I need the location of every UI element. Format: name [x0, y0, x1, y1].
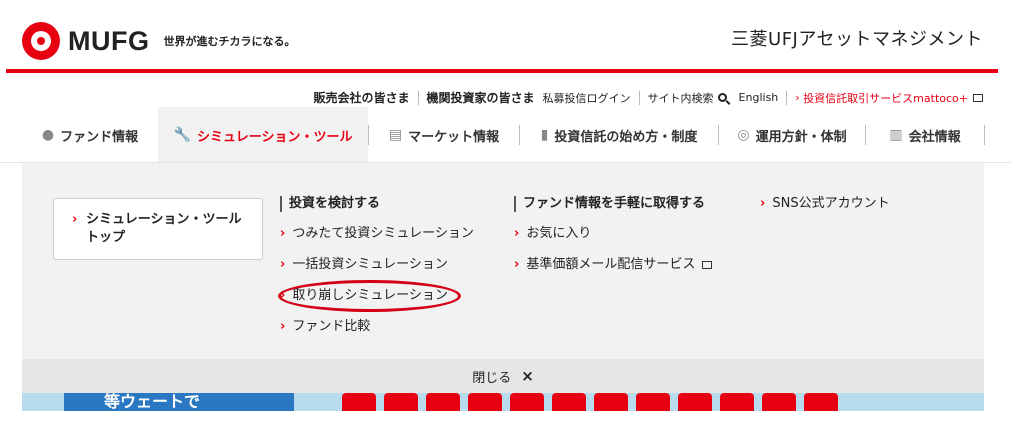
chevron-right-icon: › [280, 257, 286, 272]
book-icon: ▮ [540, 127, 549, 143]
yen-circle-icon: ● [41, 127, 55, 143]
nav-simulation-tools[interactable]: 🔧 シミュレーション・ツール [158, 107, 368, 163]
wrench-icon: 🔧 [173, 127, 191, 143]
chevron-right-icon: › [514, 226, 520, 241]
lump-sum-simulation-link[interactable]: › 一括投資シミュレーション [280, 249, 474, 280]
close-icon: × [521, 367, 534, 385]
nav-separator [984, 125, 985, 145]
link-label: 一括投資シミュレーション [292, 257, 448, 272]
mufg-logo-mark-icon [22, 22, 60, 60]
chevron-right-icon: › [514, 257, 520, 272]
link-label: つみたて投資シミュレーション [292, 226, 474, 241]
logo-text: MUFG [68, 25, 150, 56]
link-label: ファンド比較 [292, 319, 371, 334]
sales-link[interactable]: 販売会社の皆さま [314, 89, 410, 106]
banner-title-graphic [342, 393, 902, 411]
site-header: MUFG 世界が進むチカラになる。 三菱UFJアセットマネジメント [0, 0, 1011, 72]
consider-investment-column: 投資を検討する › つみたて投資シミュレーション › 一括投資シミュレーション … [280, 196, 474, 342]
building-icon: ▥ [889, 127, 903, 143]
chevron-right-icon: › [72, 212, 78, 227]
site-search-link[interactable]: サイト内検索 [648, 90, 714, 106]
simulation-top-button[interactable]: › シミュレーション・ツールトップ [53, 198, 263, 260]
external-link-icon [973, 93, 983, 102]
column-heading: 投資を検討する [280, 196, 474, 212]
compass-icon: ◎ [737, 127, 750, 143]
close-panel-button[interactable]: 閉じる × [22, 359, 984, 393]
nav-company-info[interactable]: ▥ 会社情報 [866, 107, 984, 163]
simulation-dropdown-panel: › シミュレーション・ツールトップ 投資を検討する › つみたて投資シミュレーシ… [22, 163, 984, 359]
nav-label: 運用方針・体制 [755, 129, 847, 145]
hero-banner[interactable]: 等ウェートで [22, 393, 984, 411]
nav-label: マーケット情報 [408, 129, 500, 145]
link-label: 基準価額メール配信サービス [526, 257, 696, 272]
nav-label: 会社情報 [908, 129, 961, 145]
nav-market-info[interactable]: ▤ マーケット情報 [369, 107, 519, 163]
nav-fund-info[interactable]: ● ファンド情報 [22, 107, 158, 163]
link-label: SNS公式アカウント [772, 196, 890, 211]
utility-nav: 販売会社の皆さま 機関投資家の皆さま 私募投信ログイン サイト内検索 Engli… [314, 89, 983, 106]
private-login-link[interactable]: 私募投信ログイン [543, 90, 631, 106]
search-icon[interactable] [717, 93, 727, 102]
column-heading: ファンド情報を手軽に取得する [514, 196, 712, 212]
banner-left-text: 等ウェートで [64, 393, 294, 411]
header-divider [6, 69, 998, 73]
mufg-logo[interactable]: MUFG 世界が進むチカラになる。 [22, 22, 295, 60]
favorites-link[interactable]: › お気に入り [514, 218, 712, 249]
util-separator [417, 90, 419, 105]
sns-column: › SNS公式アカウント [760, 196, 890, 212]
nav-label: ファンド情報 [60, 129, 139, 145]
highlight-circle [278, 280, 461, 312]
company-name[interactable]: 三菱UFJアセットマネジメント [731, 25, 983, 51]
util-separator [638, 90, 640, 105]
nav-label: シミュレーション・ツール [196, 129, 353, 145]
logo-tagline: 世界が進むチカラになる。 [163, 35, 296, 48]
nav-policy[interactable]: ◎ 運用方針・体制 [719, 107, 865, 163]
chevron-right-icon: › [760, 196, 766, 211]
external-link-icon [702, 260, 713, 269]
panel-inner: › シミュレーション・ツールトップ 投資を検討する › つみたて投資シミュレーシ… [30, 171, 974, 357]
fund-info-column: ファンド情報を手軽に取得する › お気に入り › 基準価額メール配信サービス [514, 196, 713, 280]
mattoco-link[interactable]: 投資信託取引サービスmattoco+ [803, 90, 968, 106]
fund-comparison-link[interactable]: › ファンド比較 [280, 311, 474, 342]
util-separator [786, 90, 788, 105]
top-button-label: シミュレーション・ツールトップ [86, 212, 242, 245]
chevron-right-icon: › [280, 226, 286, 241]
english-link[interactable]: English [739, 91, 779, 104]
tsumitate-simulation-link[interactable]: › つみたて投資シミュレーション [280, 218, 474, 249]
nav-label: 投資信託の始め方・制度 [554, 129, 698, 145]
institutional-link[interactable]: 機関投資家の皆さま [427, 89, 535, 106]
chevron-right-icon: › [795, 91, 804, 104]
nav-getting-started[interactable]: ▮ 投資信託の始め方・制度 [520, 107, 718, 163]
main-nav: ● ファンド情報 🔧 シミュレーション・ツール ▤ マーケット情報 ▮ 投資信託… [22, 107, 990, 163]
nav-mail-service-link[interactable]: › 基準価額メール配信サービス [514, 249, 713, 280]
chevron-right-icon: › [280, 319, 286, 334]
sns-accounts-link[interactable]: › SNS公式アカウント [760, 196, 890, 212]
document-icon: ▤ [388, 127, 403, 143]
link-label: お気に入り [526, 226, 592, 241]
close-label: 閉じる [472, 370, 512, 386]
